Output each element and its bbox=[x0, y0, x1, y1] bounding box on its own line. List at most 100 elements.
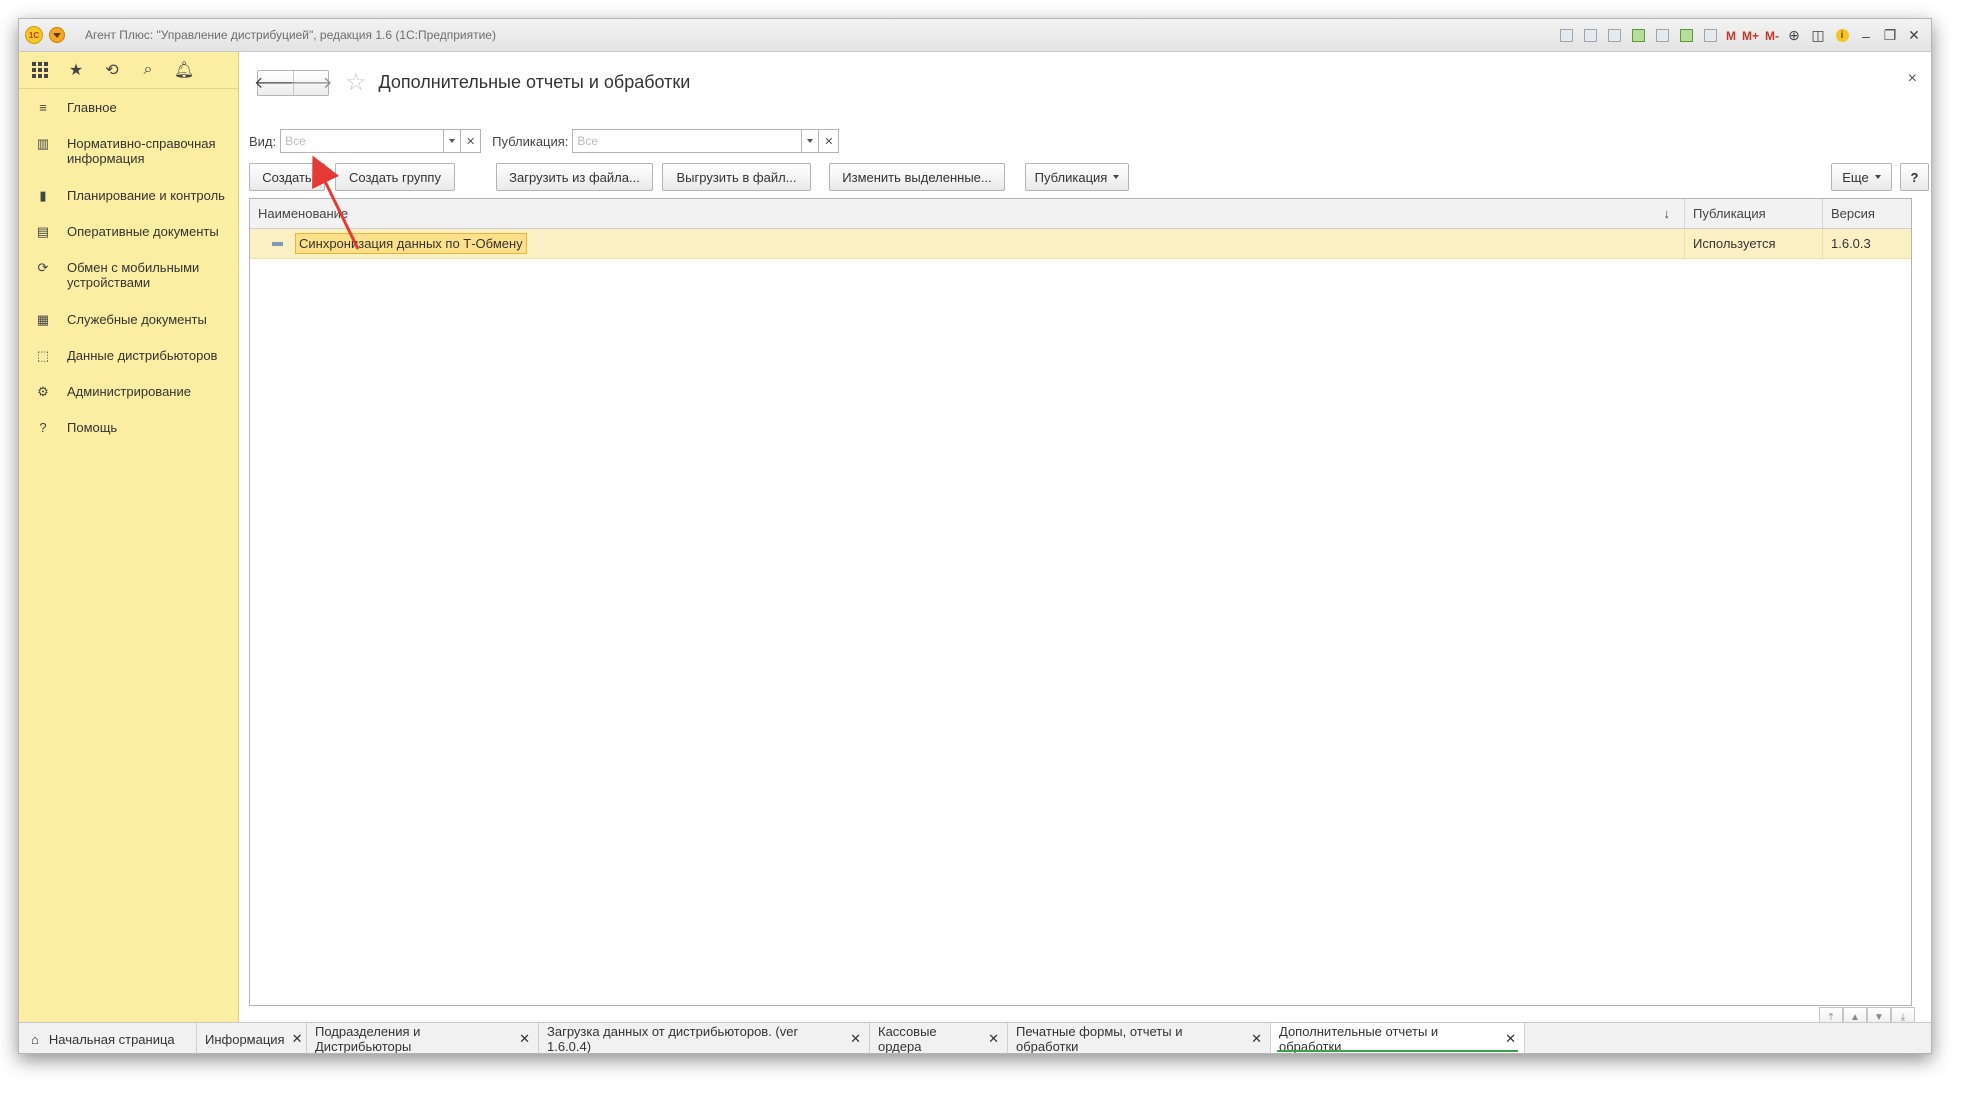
print-icon[interactable] bbox=[1558, 27, 1576, 45]
tab-home[interactable]: ⌂ Начальная страница bbox=[19, 1023, 197, 1053]
app-window: 1С Агент Плюс: "Управление дистрибуцией"… bbox=[18, 18, 1932, 1054]
publication-filter: Все ✕ bbox=[572, 129, 840, 153]
table-row[interactable]: Синхронизация данных по Т-Обмену Использ… bbox=[250, 229, 1911, 259]
publication-filter-input[interactable]: Все bbox=[572, 129, 802, 153]
tab-label: Начальная страница bbox=[48, 1031, 175, 1047]
close-icon[interactable]: ✕ bbox=[988, 1031, 999, 1047]
preview-icon[interactable] bbox=[1582, 27, 1600, 45]
chart-icon: ▮ bbox=[39, 188, 47, 203]
table-header: Наименование ↓ Публикация Версия bbox=[250, 199, 1911, 229]
favorites-icon[interactable]: ★ bbox=[65, 59, 87, 81]
close-icon[interactable]: ✕ bbox=[292, 1031, 303, 1047]
form-header: 🡐 🡒 ☆ Дополнительные отчеты и обработки bbox=[254, 68, 690, 97]
back-arrow-icon[interactable]: 🡐 bbox=[254, 71, 297, 95]
star-icon[interactable]: ☆ bbox=[345, 68, 367, 97]
restore-icon[interactable]: ❐ bbox=[1881, 27, 1899, 45]
notifications-icon[interactable]: 🔔︎ bbox=[173, 59, 195, 81]
gear-icon: ⚙ bbox=[37, 384, 49, 399]
copy-icon[interactable] bbox=[1654, 27, 1672, 45]
create-button[interactable]: Создать bbox=[249, 163, 325, 191]
panels-icon[interactable]: ◫ bbox=[1809, 27, 1827, 45]
sidebar: ★ ⟲ ⌕ 🔔︎ ≡ Главное ▥ Нормативно-справочн… bbox=[19, 52, 239, 1022]
calendar-icon[interactable] bbox=[1702, 27, 1720, 45]
change-selected-button[interactable]: Изменить выделенные... bbox=[829, 163, 1005, 191]
clear-icon[interactable]: ✕ bbox=[819, 129, 840, 153]
memory-m-button[interactable]: M bbox=[1726, 27, 1736, 45]
load-from-file-button[interactable]: Загрузить из файла... bbox=[496, 163, 653, 191]
spreadsheet-icon[interactable] bbox=[1678, 27, 1696, 45]
chevron-down-icon[interactable] bbox=[443, 129, 462, 153]
help-button[interactable]: ? bbox=[1900, 163, 1929, 191]
info-icon[interactable] bbox=[1833, 27, 1851, 45]
close-icon[interactable]: ✕ bbox=[519, 1031, 530, 1047]
sidebar-item-label: Главное bbox=[67, 100, 117, 115]
all-functions-icon[interactable] bbox=[29, 59, 51, 81]
tab-label: Печатные формы, отчеты и обработки bbox=[1016, 1024, 1183, 1054]
tab-information[interactable]: Информация ✕ bbox=[197, 1023, 307, 1053]
close-icon[interactable]: ✕ bbox=[1505, 1031, 1516, 1047]
sidebar-item-help[interactable]: ? Помощь bbox=[19, 409, 238, 445]
sidebar-item-service-docs[interactable]: ▦ Служебные документы bbox=[19, 301, 238, 337]
chevron-down-icon[interactable] bbox=[801, 129, 820, 153]
column-version[interactable]: Версия bbox=[1823, 199, 1911, 228]
close-icon[interactable]: × bbox=[1908, 70, 1917, 88]
column-publication[interactable]: Публикация bbox=[1685, 199, 1823, 228]
sidebar-item-label: Обмен с мобильными устройствами bbox=[67, 260, 200, 290]
sidebar-item-distributor-data[interactable]: ⬚ Данные дистрибьюторов bbox=[19, 337, 238, 373]
tab-divisions[interactable]: Подразделения и Дистрибьюторы ✕ bbox=[307, 1023, 539, 1054]
title-tools: M M+ M- ⊕ ◫ – ❐ ✕ bbox=[1558, 19, 1923, 52]
publication-menu-button[interactable]: Публикация bbox=[1025, 163, 1129, 191]
view-filter-label: Вид: bbox=[249, 133, 277, 149]
memory-plus-button[interactable]: M+ bbox=[1742, 27, 1759, 45]
row-name-value: Синхронизация данных по Т-Обмену bbox=[295, 233, 527, 254]
tab-label: Дополнительные отчеты и обработки bbox=[1279, 1024, 1439, 1054]
sidebar-item-operational-docs[interactable]: ▤ Оперативные документы bbox=[19, 213, 238, 249]
close-icon[interactable]: ✕ bbox=[1251, 1031, 1262, 1047]
more-button[interactable]: Еще bbox=[1831, 163, 1892, 191]
sidebar-item-label: Данные дистрибьюторов bbox=[67, 348, 218, 363]
chevron-down-icon bbox=[1113, 175, 1120, 179]
tab-cash-orders[interactable]: Кассовые ордера ✕ bbox=[870, 1023, 1008, 1053]
distributor-data-icon: ⬚ bbox=[36, 348, 50, 363]
navigation-buttons: 🡐 🡒 bbox=[254, 69, 332, 96]
history-icon[interactable]: ⟲ bbox=[101, 59, 123, 81]
close-icon[interactable]: ✕ bbox=[850, 1031, 861, 1047]
create-group-button[interactable]: Создать группу bbox=[335, 163, 455, 191]
sidebar-item-mobile-exchange[interactable]: ⟳ Обмен с мобильными устройствами bbox=[19, 249, 238, 301]
memory-minus-button[interactable]: M- bbox=[1765, 27, 1779, 45]
view-filter-input[interactable]: Все bbox=[280, 129, 444, 153]
zoom-icon[interactable]: ⊕ bbox=[1785, 27, 1803, 45]
service-docs-icon: ▦ bbox=[36, 312, 50, 327]
cell-publication[interactable]: Используется bbox=[1685, 229, 1823, 258]
unload-to-file-button[interactable]: Выгрузить в файл... bbox=[662, 163, 811, 191]
tab-label: Подразделения и Дистрибьюторы bbox=[315, 1024, 421, 1054]
search-icon[interactable]: ⌕ bbox=[137, 59, 159, 81]
save-link-icon[interactable] bbox=[1630, 27, 1648, 45]
sidebar-item-reference[interactable]: ▥ Нормативно-справочная информация bbox=[19, 125, 238, 177]
cell-name[interactable]: Синхронизация данных по Т-Обмену bbox=[250, 229, 1685, 258]
sidebar-item-planning[interactable]: ▮ Планирование и контроль bbox=[19, 177, 238, 213]
sidebar-item-administration[interactable]: ⚙ Администрирование bbox=[19, 373, 238, 409]
minimize-icon[interactable]: – bbox=[1857, 27, 1875, 45]
title-bar: 1С Агент Плюс: "Управление дистрибуцией"… bbox=[19, 19, 1931, 52]
sidebar-toolbar: ★ ⟲ ⌕ 🔔︎ bbox=[19, 52, 238, 89]
find-icon[interactable] bbox=[1606, 27, 1624, 45]
publication-menu-label: Публикация bbox=[1034, 169, 1108, 185]
forward-arrow-icon[interactable]: 🡒 bbox=[290, 70, 332, 95]
tab-distributor-data-load[interactable]: Загрузка данных от дистрибьюторов. (ver … bbox=[539, 1023, 870, 1053]
app-logo-icon[interactable]: 1С bbox=[25, 26, 43, 44]
tab-additional-reports[interactable]: Дополнительные отчеты и обработки ✕ bbox=[1271, 1023, 1525, 1054]
tab-label: Информация bbox=[205, 1031, 285, 1047]
clear-icon[interactable]: ✕ bbox=[461, 129, 482, 153]
close-window-icon[interactable]: ✕ bbox=[1905, 27, 1923, 45]
tab-print-forms[interactable]: Печатные формы, отчеты и обработки ✕ bbox=[1008, 1023, 1271, 1054]
processing-list-table: Наименование ↓ Публикация Версия Синхрон… bbox=[249, 198, 1912, 1006]
column-name[interactable]: Наименование ↓ bbox=[250, 199, 1685, 228]
cell-version[interactable]: 1.6.0.3 bbox=[1823, 229, 1911, 258]
sidebar-item-main[interactable]: ≡ Главное bbox=[19, 89, 238, 125]
sidebar-item-label: Помощь bbox=[67, 420, 118, 435]
sidebar-item-label: Планирование и контроль bbox=[67, 188, 225, 203]
reference-icon: ▥ bbox=[36, 136, 50, 151]
sidebar-item-label: Нормативно-справочная информация bbox=[67, 136, 216, 166]
main-menu-button[interactable] bbox=[49, 27, 65, 43]
